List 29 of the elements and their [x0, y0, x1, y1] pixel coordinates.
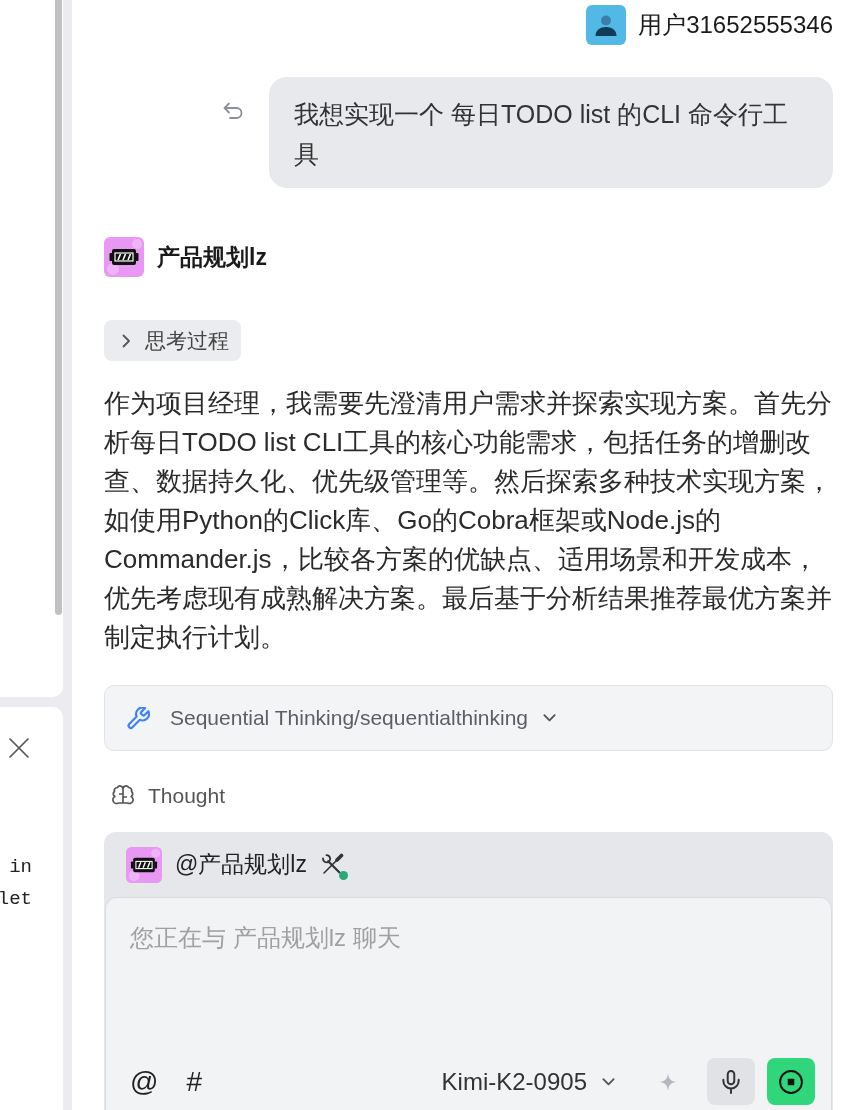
agent-name: 产品规划lz	[157, 242, 267, 272]
chevron-down-icon	[601, 1076, 616, 1087]
return-arrow-icon[interactable]	[222, 101, 244, 121]
user-name: 用户31652555346	[638, 10, 833, 40]
wrench-icon	[127, 706, 150, 730]
tools-icon[interactable]	[319, 852, 344, 877]
code-line: let	[0, 887, 32, 912]
code-line: in	[9, 855, 32, 880]
stop-button[interactable]	[767, 1058, 815, 1105]
microphone-icon	[722, 1069, 740, 1094]
message-input[interactable]: 您正在与 产品规划lz 聊天	[130, 923, 815, 1058]
tool-call-toggle[interactable]: Sequential Thinking/sequentialthinking	[104, 685, 833, 751]
agent-mention: @产品规划lz	[175, 850, 307, 879]
message-text: 作为项目经理，我需要先澄清用户需求并探索实现方案。首先分析每日TODO list CLI工具的核心功能需求，包括任务的增删改查、数据持久化、优先级管理等。然后探索多种技术实现方案，如使用Python的Click库、Go的Cobra框架或Node.js的Commander.js，比较各方案的优缺点、适用场景和开发成本，优先考虑现有成熟解决方案。最后基于分析结果推荐最优方案并制定执行计划。	[104, 387, 833, 654]
agent-avatar-icon	[104, 237, 144, 277]
thinking-toggle[interactable]: 思考过程	[104, 320, 241, 361]
brain-icon	[112, 785, 134, 807]
close-icon[interactable]	[8, 737, 30, 759]
stop-icon	[779, 1069, 803, 1094]
input-field[interactable]: 您正在与 产品规划lz 聊天 @ # Kimi-K2-0905	[105, 897, 832, 1110]
scrollbar[interactable]	[55, 0, 62, 615]
microphone-button[interactable]	[707, 1058, 755, 1105]
user-message: 我想实现一个 每日TODO list 的CLI 命令行工具	[269, 77, 833, 188]
toolbar-button[interactable]: #	[186, 1065, 202, 1098]
avatar-icon	[586, 5, 627, 45]
toolbar-button[interactable]: @	[130, 1065, 159, 1098]
step-label: Thought	[148, 784, 226, 808]
agent-avatar-icon	[126, 846, 162, 883]
model-selector[interactable]: Kimi-K2-0905	[441, 1067, 616, 1096]
